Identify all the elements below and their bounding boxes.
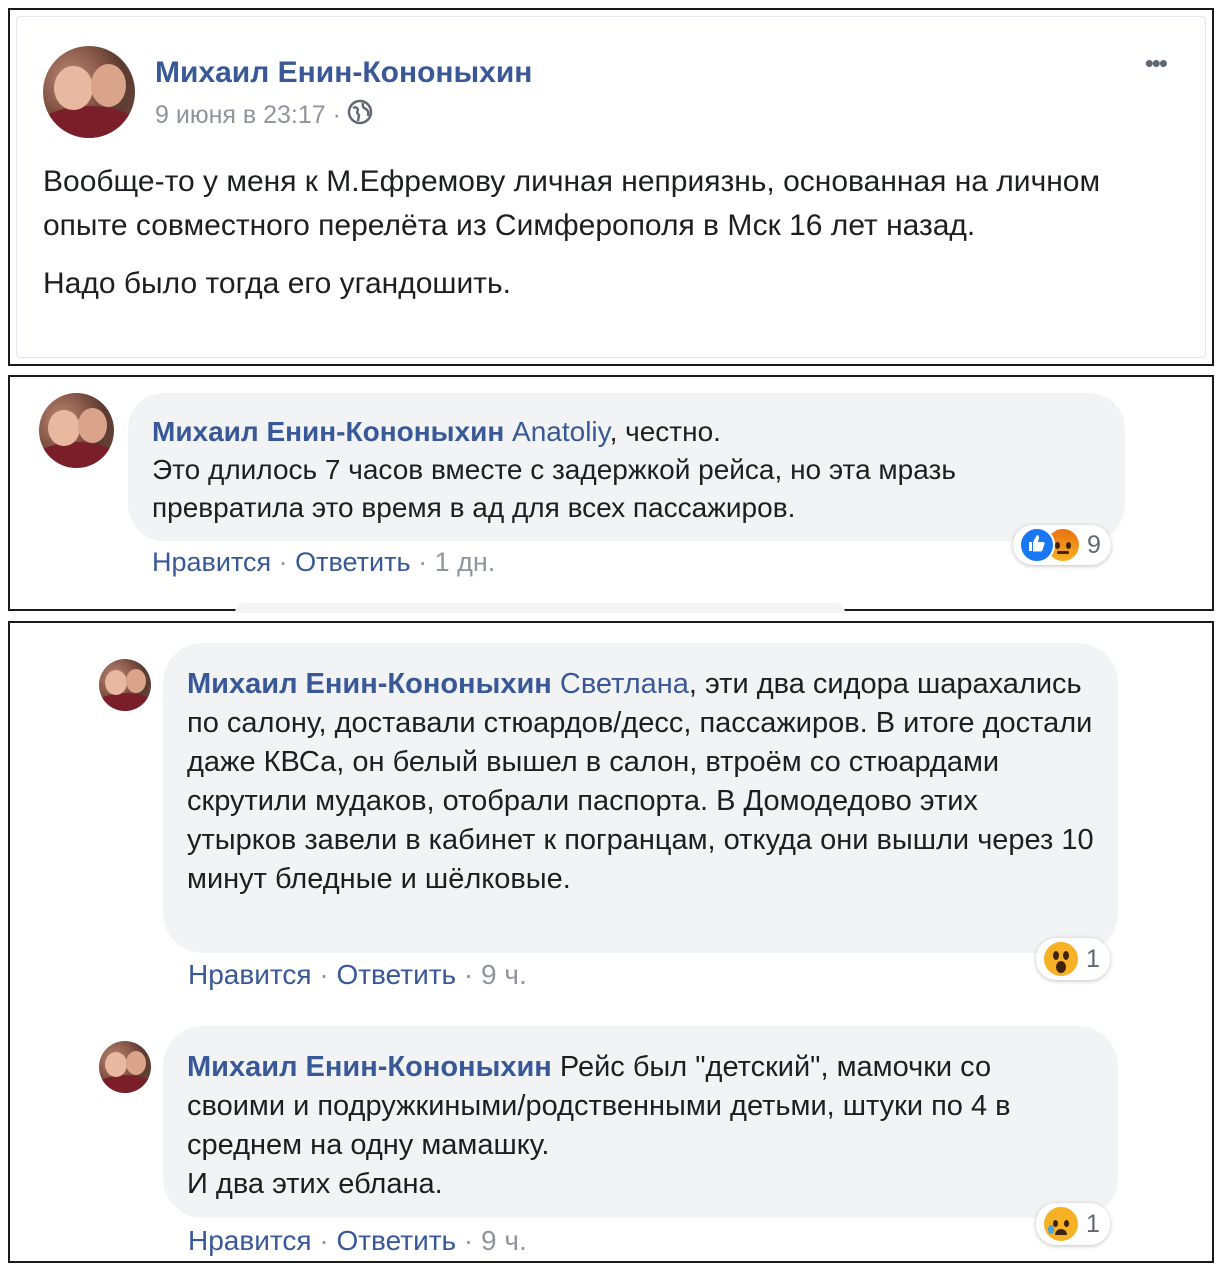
post-timestamp[interactable]: 9 июня в 23:17 ·	[155, 101, 341, 130]
reply-time[interactable]: 9 ч.	[481, 959, 527, 990]
reply-text-body: , эти два сидора шарахались по салону, д…	[187, 668, 1094, 895]
like-reaction-icon	[1019, 527, 1055, 563]
like-button[interactable]: Нравится	[152, 547, 271, 577]
comment-mention[interactable]: Anatoliy	[512, 416, 610, 447]
comment-author-name[interactable]: Михаил Енин-Кононыхин	[152, 416, 504, 447]
separator: ·	[456, 1225, 482, 1256]
reply-button[interactable]: Ответить	[295, 547, 410, 577]
reply-bubble: Михаил Енин-Кононыхин Рейс был "детский"…	[163, 1026, 1118, 1218]
next-comment-peek	[235, 603, 845, 613]
post-author-name[interactable]: Михаил Енин-Кононыхин	[155, 56, 532, 90]
comment-panel-2: Михаил Енин-Кононыхин Светлана, эти два …	[8, 621, 1214, 1263]
sad-reaction-icon	[1042, 1205, 1080, 1243]
comment-text-first: , честно.	[609, 416, 721, 447]
more-options-icon[interactable]: •••	[1145, 48, 1168, 79]
comment-bubble: Михаил Енин-Кононыхин Anatoliy, честно. …	[128, 393, 1125, 541]
reply-text: Михаил Енин-Кононыхин Рейс был "детский"…	[187, 1048, 1094, 1204]
comment-author-avatar[interactable]	[39, 393, 114, 468]
reply-text-last-line: И два этих еблана.	[187, 1168, 443, 1200]
reaction-count: 1	[1086, 944, 1100, 973]
post-paragraph: Надо было тогда его угандошить.	[43, 267, 511, 300]
reaction-summary[interactable]: 1	[1036, 938, 1110, 980]
reply-text: Михаил Енин-Кононыхин Светлана, эти два …	[187, 665, 1094, 899]
post-author-avatar[interactable]	[43, 46, 135, 138]
reply-author-name[interactable]: Михаил Енин-Кононыхин	[187, 1051, 552, 1083]
reply-actions: Нравится · Ответить · 9 ч.	[188, 959, 527, 991]
separator: ·	[271, 547, 296, 577]
reply-author-avatar[interactable]	[99, 1041, 151, 1093]
reaction-count: 9	[1087, 530, 1101, 559]
comment-text: Михаил Енин-Кононыхин Anatoliy, честно. …	[152, 413, 1101, 527]
reply-author-avatar[interactable]	[99, 659, 151, 711]
wow-reaction-icon	[1042, 940, 1080, 978]
reply-button[interactable]: Ответить	[336, 959, 456, 990]
reply-author-name[interactable]: Михаил Енин-Кононыхин	[187, 668, 552, 700]
reaction-count: 1	[1086, 1209, 1100, 1238]
globe-icon	[347, 99, 373, 132]
separator: ·	[410, 547, 435, 577]
separator: ·	[456, 959, 482, 990]
reply-mention[interactable]: Светлана	[560, 668, 689, 700]
post-paragraph: Вообще-то у меня к М.Ефремову личная неп…	[43, 165, 1101, 242]
separator: ·	[311, 959, 337, 990]
post-panel: Михаил Енин-Кононыхин 9 июня в 23:17 · •…	[8, 8, 1214, 366]
comment-actions: Нравится · Ответить · 1 дн.	[152, 547, 495, 578]
reaction-summary[interactable]: 1	[1036, 1203, 1110, 1245]
comment-time[interactable]: 1 дн.	[435, 547, 496, 577]
reply-actions: Нравится · Ответить · 9 ч.	[188, 1225, 527, 1257]
reply-button[interactable]: Ответить	[336, 1225, 456, 1256]
reaction-summary[interactable]: 9	[1013, 525, 1111, 565]
separator: ·	[311, 1225, 337, 1256]
reply-time[interactable]: 9 ч.	[481, 1225, 527, 1256]
post-body: Вообще-то у меня к М.Ефремову личная неп…	[43, 160, 1143, 306]
post-meta: 9 июня в 23:17 ·	[155, 99, 373, 132]
like-button[interactable]: Нравится	[188, 959, 312, 990]
comment-panel-1: Михаил Енин-Кононыхин Anatoliy, честно. …	[8, 375, 1214, 613]
comment-text-rest: Это длилось 7 часов вместе с задержкой р…	[152, 454, 956, 523]
reply-bubble: Михаил Енин-Кононыхин Светлана, эти два …	[163, 643, 1118, 953]
like-button[interactable]: Нравится	[188, 1225, 312, 1256]
